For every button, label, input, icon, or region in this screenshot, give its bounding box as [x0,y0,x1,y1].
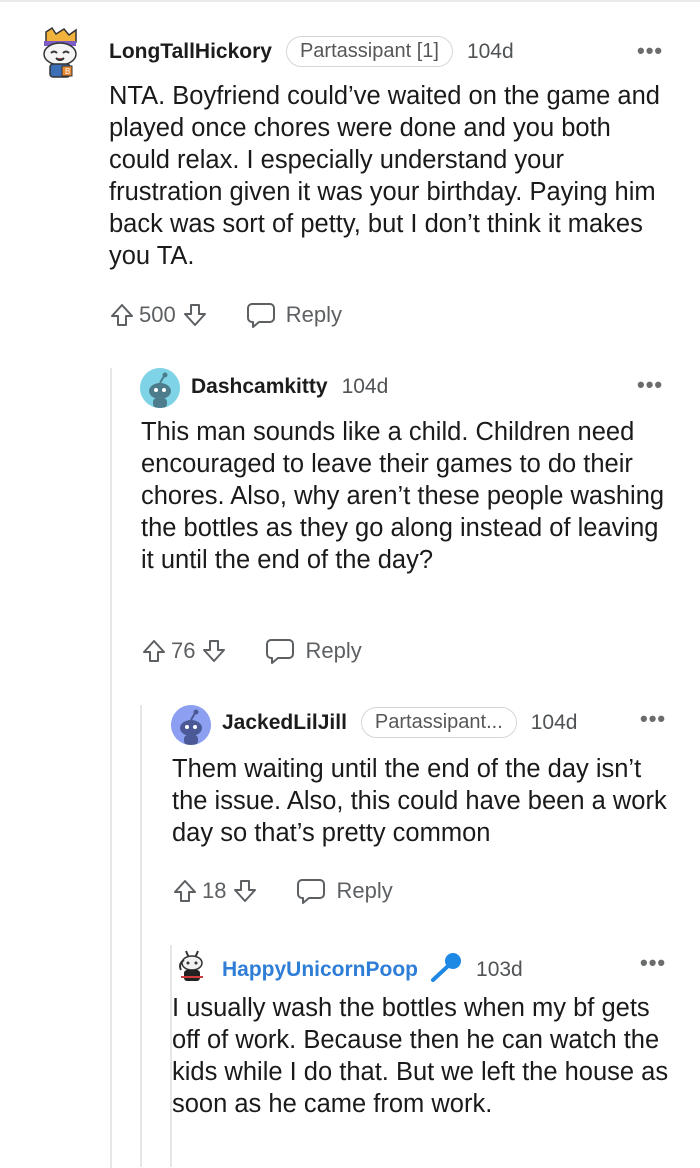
avatar[interactable] [171,705,211,745]
snoo-avatar-icon: B [36,26,84,78]
reply-button[interactable]: Reply [246,301,342,329]
comment-header: LongTallHickory Partassipant [1] 104d [109,36,514,67]
microphone-icon [428,952,462,987]
downvote-icon[interactable] [201,638,227,664]
downvote-icon[interactable] [232,878,258,904]
comment-header: Dashcamkitty 104d [191,375,388,399]
vote-score: 500 [139,302,176,327]
reply-bubble-icon [297,879,326,904]
snoo-custom-avatar-icon [172,945,212,985]
comment-age: 103d [476,957,523,981]
comment-header: JackedLilJill Partassipant... 104d [222,707,577,738]
comment-actions: 76 Reply [141,637,362,665]
snoo-default-avatar-icon [140,368,180,408]
comment-body: I usually wash the bottles when my bf ge… [172,994,669,1118]
username[interactable]: LongTallHickory [109,40,272,64]
snoo-default-avatar-icon [171,705,211,745]
reply-label: Reply [285,302,342,327]
reply-button[interactable]: Reply [265,637,362,665]
comment-actions: 500 Reply [109,301,342,329]
vote-score: 76 [171,638,196,663]
user-flair: Partassipant... [360,707,517,738]
top-divider [0,0,700,2]
reply-label: Reply [305,638,362,663]
upvote-icon[interactable] [109,302,135,328]
more-options-button[interactable]: ••• [640,706,666,732]
downvote-icon[interactable] [182,302,208,328]
svg-text:B: B [65,67,70,76]
username[interactable]: HappyUnicornPoop [222,958,418,982]
thread-line-level-1[interactable] [110,368,112,1168]
vote-score: 18 [202,878,227,903]
more-options-button[interactable]: ••• [640,950,666,976]
reply-bubble-icon [246,303,275,328]
upvote-icon[interactable] [141,638,167,664]
username[interactable]: Dashcamkitty [191,375,328,399]
comment-actions: 18 Reply [172,877,393,905]
avatar[interactable]: B [36,26,84,78]
comment-age: 104d [530,710,578,734]
avatar[interactable] [172,945,212,985]
comment-body: NTA. Boyfriend could’ve waited on the ga… [109,82,660,270]
username[interactable]: JackedLilJill [222,711,347,735]
reply-label: Reply [336,878,393,903]
avatar[interactable] [140,368,180,408]
reply-bubble-icon [266,639,295,664]
comment-age: 104d [341,375,389,398]
more-options-button[interactable]: ••• [637,372,663,398]
more-options-button[interactable]: ••• [637,38,663,64]
reply-button[interactable]: Reply [296,877,393,905]
upvote-icon[interactable] [172,878,198,904]
thread-line-level-2[interactable] [140,705,142,1167]
comment-body: This man sounds like a child. Children n… [141,418,665,574]
comment-header: HappyUnicornPoop 103d [222,952,523,987]
comment-body: Them waiting until the end of the day is… [172,755,667,847]
user-flair: Partassipant [1] [285,36,453,67]
comment-age: 104d [466,39,514,63]
